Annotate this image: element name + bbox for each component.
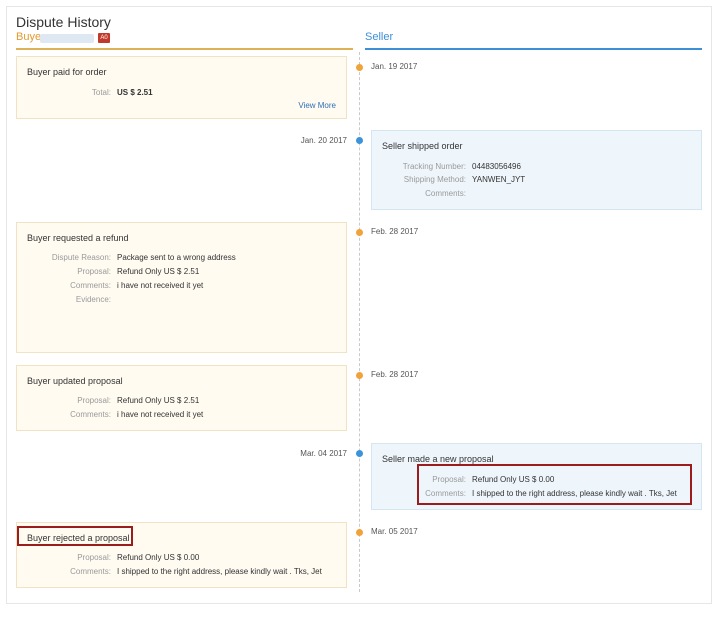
timeline-dot-buyer [356, 64, 363, 71]
field-label: Proposal: [77, 553, 111, 562]
field-value: 04483056496 [472, 162, 521, 171]
event-title: Seller shipped order [382, 141, 463, 151]
field-row: Comments: I shipped to the right address… [17, 567, 322, 576]
timeline-dot-buyer [356, 372, 363, 379]
event-date: Mar. 05 2017 [371, 527, 418, 536]
seller-column-divider [365, 48, 702, 50]
field-value: Package sent to a wrong address [117, 253, 236, 262]
field-label: Evidence: [75, 295, 111, 304]
event-date: Feb. 28 2017 [371, 227, 419, 236]
field-value: US $ 2.51 [117, 88, 153, 97]
buyer-column-divider [16, 48, 353, 50]
field-value: Refund Only US $ 2.51 [117, 396, 200, 405]
field-row: Tracking Number: 04483056496 [372, 162, 521, 171]
highlight-buyer-rejected-title [17, 526, 133, 546]
field-value: Refund Only US $ 0.00 [117, 553, 200, 562]
field-label: Comments: [70, 281, 111, 290]
field-row: Proposal: Refund Only US $ 2.51 [17, 396, 199, 405]
field-row: Proposal: Refund Only US $ 0.00 [17, 553, 199, 562]
field-label: Shipping Method: [403, 175, 466, 184]
field-row: Evidence: [17, 295, 117, 304]
field-value: YANWEN_JYT [472, 175, 526, 184]
event-date: Jan. 19 2017 [371, 62, 418, 71]
field-row: Comments: [372, 189, 472, 198]
event-card-buyer-updated-proposal: Buyer updated proposal Proposal: Refund … [16, 365, 347, 431]
field-row: Dispute Reason: Package sent to a wrong … [17, 253, 236, 262]
field-value: I shipped to the right address, please k… [117, 567, 322, 576]
page-title: Dispute History [16, 14, 111, 30]
event-date: Mar. 04 2017 [300, 449, 347, 458]
buyer-name-redacted [40, 34, 94, 43]
event-title: Buyer updated proposal [27, 376, 123, 386]
timeline-dot-buyer [356, 229, 363, 236]
field-label: Proposal: [77, 267, 111, 276]
field-label: Proposal: [77, 396, 111, 405]
field-row: Total: US $ 2.51 [17, 88, 153, 97]
field-label: Comments: [70, 567, 111, 576]
event-title: Buyer paid for order [27, 67, 107, 77]
highlight-seller-proposal [417, 464, 692, 505]
timeline-dot-buyer [356, 529, 363, 536]
event-date: Feb. 28 2017 [371, 370, 419, 379]
event-title: Buyer requested a refund [27, 233, 129, 243]
timeline-dot-seller [356, 450, 363, 457]
field-row: Shipping Method: YANWEN_JYT [372, 175, 525, 184]
seller-column-label: Seller [365, 31, 394, 43]
field-value: i have not received it yet [117, 410, 204, 419]
timeline-dot-seller [356, 137, 363, 144]
field-row: Comments: i have not received it yet [17, 410, 203, 419]
field-value: i have not received it yet [117, 281, 204, 290]
event-card-seller-shipped: Seller shipped order Tracking Number: 04… [371, 130, 702, 210]
buyer-level-badge: A0 [98, 33, 110, 43]
field-row: Comments: i have not received it yet [17, 281, 203, 290]
event-card-buyer-paid: Buyer paid for order Total: US $ 2.51 Vi… [16, 56, 347, 119]
view-more-link[interactable]: View More [298, 101, 336, 110]
event-date: Jan. 20 2017 [300, 136, 347, 145]
field-label: Comments: [425, 189, 466, 198]
field-label: Comments: [70, 410, 111, 419]
timeline-axis [359, 52, 360, 592]
field-label: Tracking Number: [402, 162, 466, 171]
field-label: Dispute Reason: [51, 253, 111, 262]
field-row: Proposal: Refund Only US $ 2.51 [17, 267, 199, 276]
event-title: Seller made a new proposal [382, 454, 494, 464]
field-value: Refund Only US $ 2.51 [117, 267, 200, 276]
field-label: Total: [91, 88, 111, 97]
event-card-buyer-requested-refund: Buyer requested a refund Dispute Reason:… [16, 222, 347, 353]
